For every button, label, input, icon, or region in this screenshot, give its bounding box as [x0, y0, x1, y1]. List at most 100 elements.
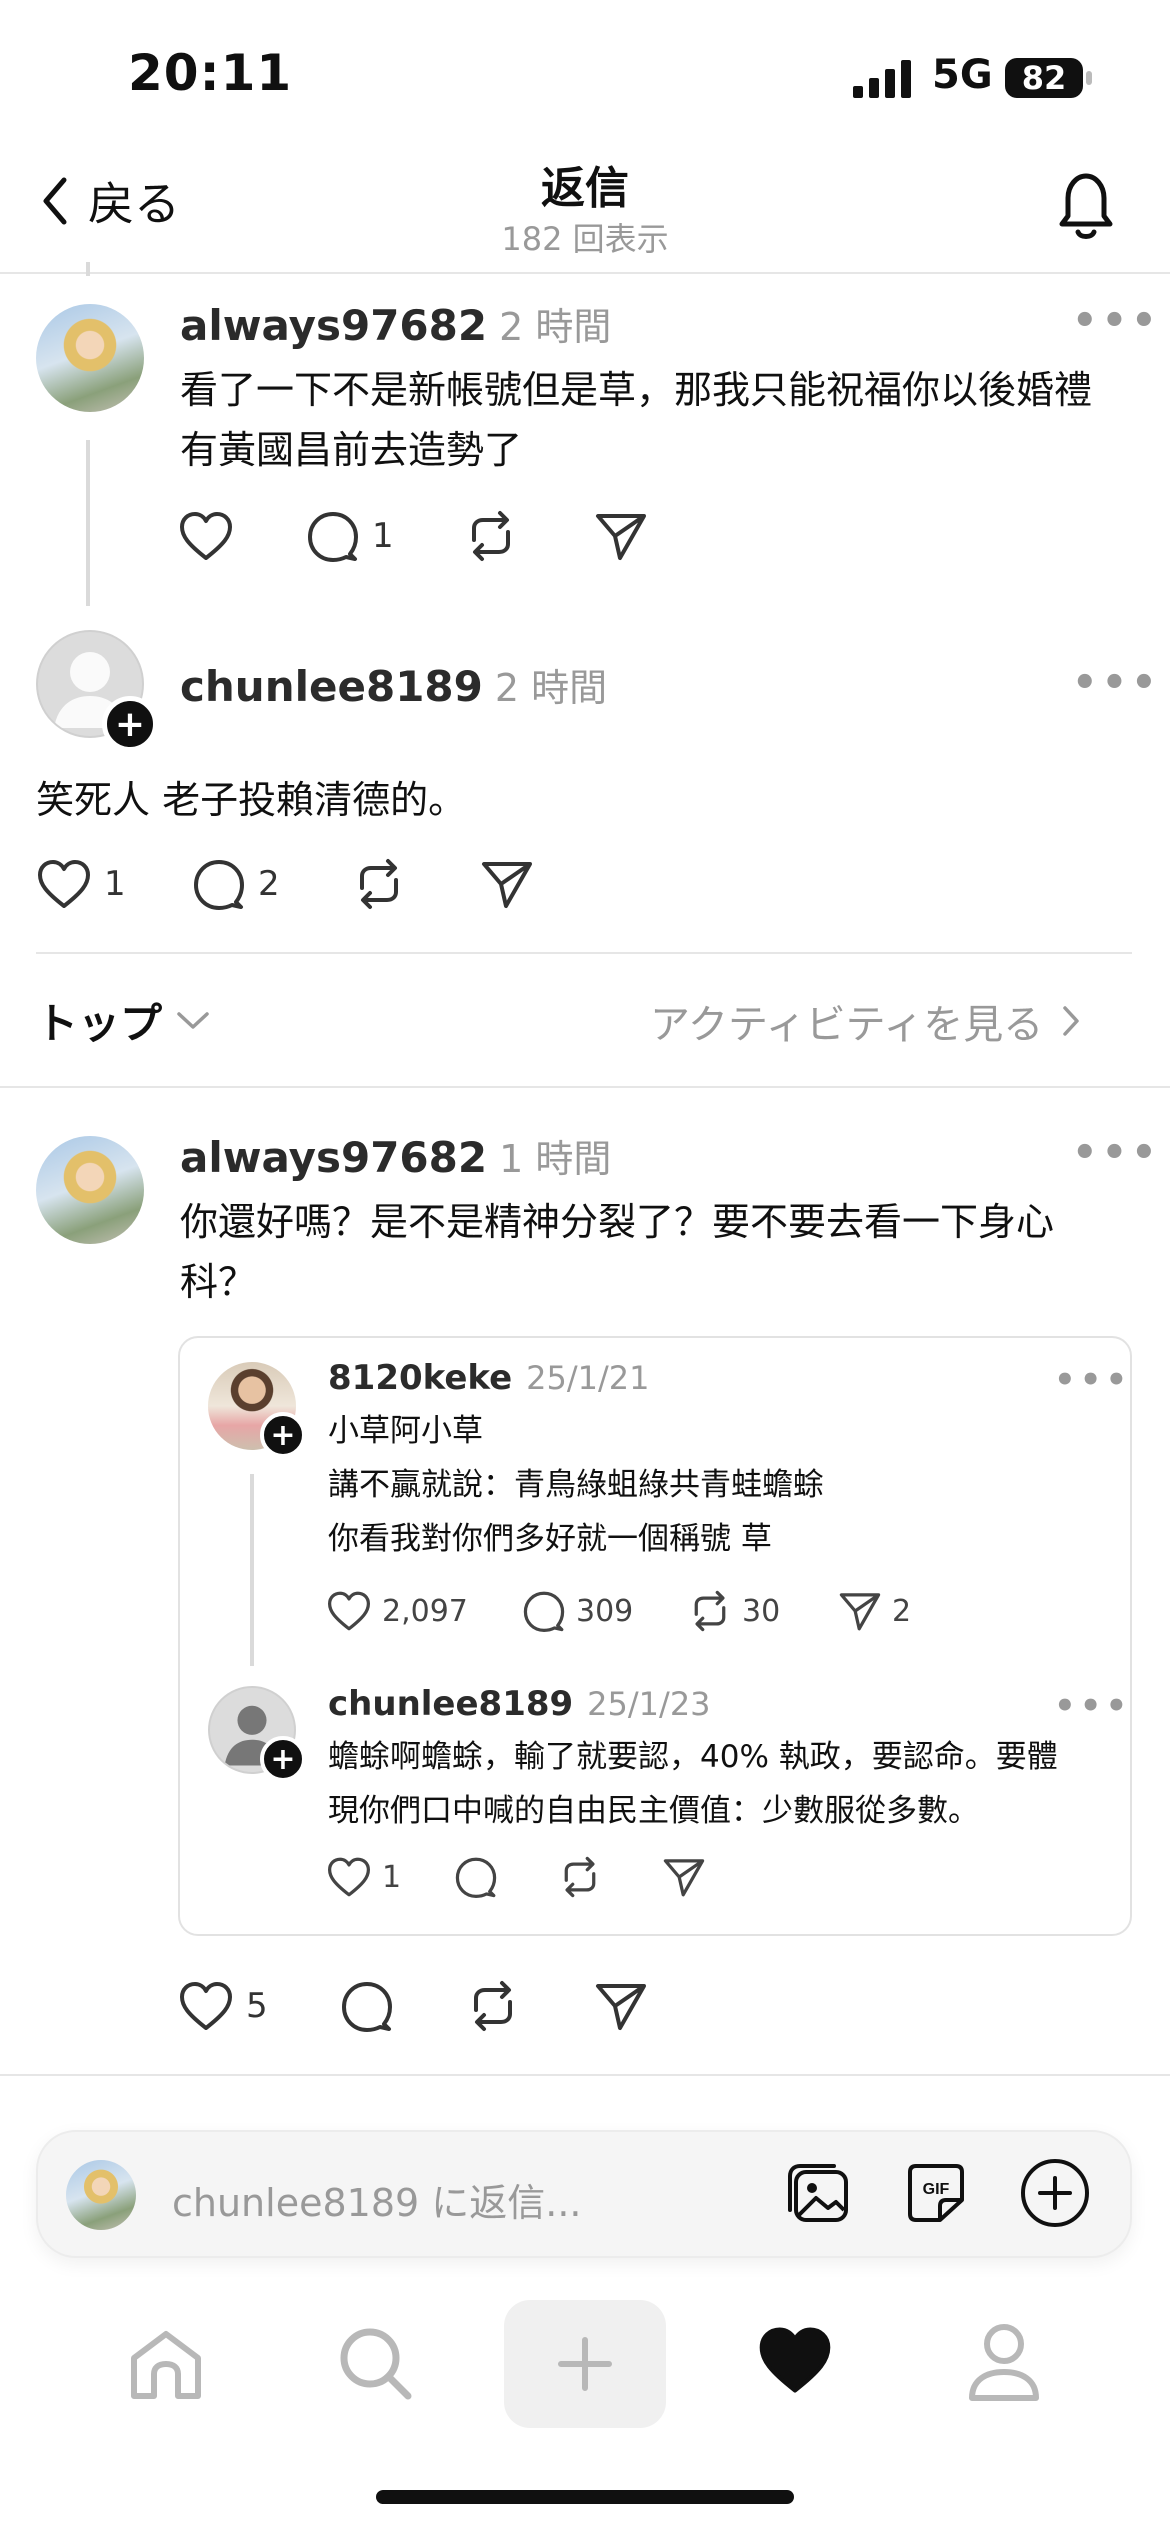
username[interactable]: always97682 [180, 1133, 487, 1182]
reply-button[interactable] [340, 1980, 466, 2032]
quote-text: 小草阿小草 講不贏就說：青鳥綠蛆綠共青蛙蟾蜍 你看我對你們多好就一個稱號 草 [328, 1404, 824, 1566]
reply-input[interactable]: chunlee8189 に返信... [172, 2172, 581, 2227]
thread-line [250, 1474, 254, 1666]
like-count: 5 [246, 1986, 268, 2026]
bell-icon[interactable] [1050, 168, 1122, 244]
share-count: 2 [892, 1593, 912, 1629]
post-actions: 5 [178, 1980, 648, 2032]
username[interactable]: 8120keke [328, 1358, 512, 1398]
post-date: 25/1/23 [587, 1685, 711, 1723]
repost-icon [474, 1981, 512, 2031]
network-type: 5G [932, 52, 993, 98]
like-count: 1 [382, 1859, 402, 1895]
username[interactable]: chunlee8189 [328, 1684, 573, 1724]
username[interactable]: always97682 [180, 301, 487, 350]
comment-icon [194, 860, 244, 910]
page-title: 返信 [541, 163, 629, 214]
send-icon [839, 1593, 881, 1631]
send-icon [663, 1859, 705, 1897]
quote-text-line: 講不贏就說：青鳥綠蛆綠共青蛙蟾蜍 [328, 1467, 824, 1503]
avatar[interactable] [36, 304, 144, 412]
comment-icon [523, 1591, 565, 1632]
like-button[interactable]: 1 [326, 1856, 454, 1898]
header-divider [0, 272, 1170, 274]
divider [0, 2074, 1170, 2076]
username[interactable]: chunlee8189 [180, 662, 483, 711]
quote-actions: 2,097 309 30 2 [326, 1590, 911, 1632]
avatar[interactable] [36, 1136, 144, 1244]
image-icon[interactable] [782, 2158, 852, 2228]
comment-icon [308, 512, 358, 562]
quote-actions: 1 [326, 1856, 706, 1898]
repost-button[interactable]: 30 [688, 1590, 838, 1632]
avatar [66, 2160, 136, 2230]
share-button[interactable]: 2 [838, 1590, 911, 1632]
view-activity-label: アクティビティを見る [650, 1002, 1044, 1048]
reply-button[interactable]: 2 [192, 858, 352, 910]
more-options-icon[interactable]: ••• [1072, 1130, 1161, 1176]
post-text: 笑死人 老子投賴清德的。 [36, 778, 467, 822]
post-text-line: 你還好嗎？是不是精神分裂了？要不要去看一下身心 [180, 1200, 1055, 1244]
quote-header: chunlee8189 25/1/23 [328, 1684, 711, 1724]
reply-count: 2 [258, 864, 280, 904]
view-count: 182 回表示 [501, 220, 669, 258]
reply-button[interactable]: 309 [522, 1590, 688, 1632]
like-count: 2,097 [382, 1593, 468, 1629]
more-options-icon[interactable]: ••• [1054, 1686, 1131, 1726]
reply-button[interactable]: 1 [306, 510, 464, 562]
divider [36, 952, 1132, 954]
repost-button[interactable] [464, 510, 594, 562]
like-button[interactable] [178, 510, 306, 562]
more-options-icon[interactable]: ••• [1054, 1360, 1131, 1400]
repost-button[interactable] [352, 858, 480, 910]
repost-icon [472, 511, 510, 561]
home-icon[interactable] [126, 2326, 206, 2404]
post-actions: 1 [178, 510, 648, 562]
quote-header: 8120keke 25/1/21 [328, 1358, 650, 1398]
heart-filled-icon[interactable] [756, 2324, 834, 2396]
post-text: 你還好嗎？是不是精神分裂了？要不要去看一下身心 科？ [180, 1192, 1140, 1312]
share-button[interactable] [594, 510, 648, 562]
more-options-icon[interactable]: ••• [1072, 660, 1161, 706]
follow-plus-icon[interactable]: + [102, 696, 158, 752]
post-actions: 1 2 [36, 858, 534, 910]
more-options-icon[interactable]: ••• [1072, 298, 1161, 344]
thread-line [86, 440, 90, 606]
plus-icon [558, 2337, 612, 2391]
chevron-down-icon [177, 1011, 209, 1029]
add-circle-icon[interactable] [1018, 2156, 1092, 2230]
repost-icon [360, 859, 398, 909]
share-button[interactable] [662, 1856, 706, 1898]
gif-icon[interactable]: GIF [900, 2158, 970, 2228]
post-text-line: 科？ [180, 1260, 257, 1304]
sort-label: トップ [36, 999, 163, 1048]
post-date: 25/1/21 [526, 1359, 650, 1397]
follow-plus-icon[interactable]: + [260, 1412, 306, 1458]
battery-icon: 82 [1004, 56, 1094, 100]
home-indicator [376, 2490, 794, 2504]
like-button[interactable]: 2,097 [326, 1590, 522, 1632]
search-icon[interactable] [336, 2324, 416, 2404]
sort-dropdown[interactable]: トップ [36, 990, 210, 1051]
profile-icon[interactable] [966, 2320, 1042, 2404]
quote-text-line: 現你們口中喊的自由民主價值：少數服從多數。 [328, 1793, 979, 1829]
repost-icon [694, 1590, 726, 1632]
post-header: chunlee8189 2 時間 [180, 657, 607, 712]
share-button[interactable] [594, 1980, 648, 2032]
like-button[interactable]: 5 [178, 1980, 340, 2032]
share-button[interactable] [480, 858, 534, 910]
quote-text-line: 小草阿小草 [328, 1413, 483, 1449]
follow-plus-icon[interactable]: + [260, 1736, 306, 1782]
post-time: 2 時間 [499, 305, 612, 349]
post-header: always97682 2 時間 [180, 296, 611, 351]
view-activity-link[interactable]: アクティビティを見る [650, 992, 1081, 1050]
send-icon [596, 1984, 646, 2030]
reply-button[interactable] [454, 1856, 558, 1898]
like-button[interactable]: 1 [36, 858, 192, 910]
heart-icon [180, 512, 232, 560]
back-button[interactable]: 戻る [40, 168, 180, 234]
repost-button[interactable] [558, 1856, 662, 1898]
heart-icon [327, 1857, 370, 1897]
repost-button[interactable] [466, 1980, 594, 2032]
send-icon [482, 862, 532, 908]
